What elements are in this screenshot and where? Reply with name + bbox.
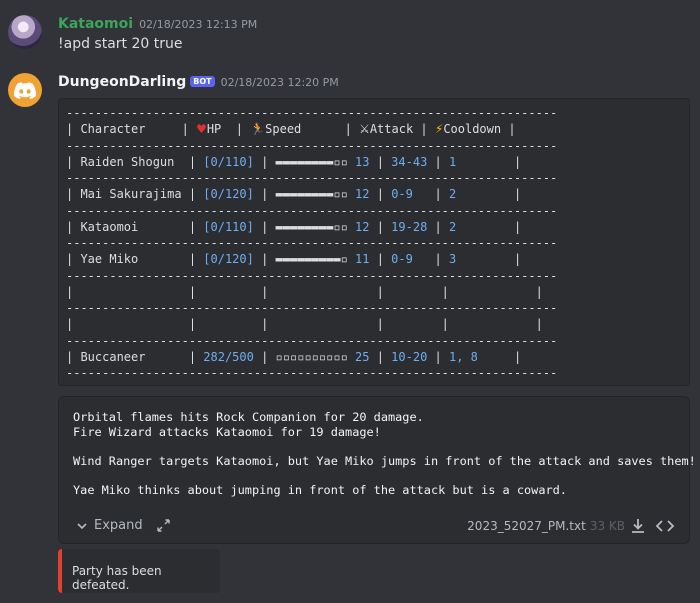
message-header: DungeonDarling BOT 02/18/2023 12:20 PM (58, 74, 339, 90)
expand-label: Expand (94, 518, 143, 533)
timestamp: 02/18/2023 12:13 PM (139, 18, 258, 31)
party-status-table: ----------------------------------------… (58, 98, 690, 386)
discord-logo-icon (14, 81, 36, 99)
download-icon[interactable] (629, 517, 647, 539)
attachment-filename[interactable]: 2023_52027_PM.txt 33 KB (467, 519, 625, 533)
attachment-filesize: 33 KB (589, 519, 625, 533)
username[interactable]: DungeonDarling (58, 74, 186, 90)
bot-badge: BOT (190, 76, 215, 87)
chevron-down-icon (77, 522, 87, 529)
table-text: ----------------------------------------… (66, 106, 558, 380)
expand-button[interactable]: Expand (76, 518, 170, 533)
runner-icon: 🏃 (250, 122, 266, 137)
crossed-swords-icon: ⚔ (359, 122, 370, 137)
message-header: Kataomoi 02/18/2023 12:13 PM (58, 16, 257, 32)
expand-arrows-icon[interactable] (156, 519, 170, 532)
bot-avatar[interactable] (8, 73, 42, 107)
username[interactable]: Kataomoi (58, 16, 133, 32)
message-content: !apd start 20 true (58, 36, 183, 52)
heart-icon: ♥ (196, 122, 207, 137)
embed-color-bar (58, 549, 62, 593)
status-embed: Party has been defeated. (58, 549, 220, 593)
code-icon[interactable] (655, 517, 675, 539)
embed-text: Party has been defeated. (72, 564, 162, 592)
attachment-preview: Orbital flames hits Rock Companion for 2… (73, 410, 696, 497)
text-file-attachment: Orbital flames hits Rock Companion for 2… (58, 396, 696, 544)
attachment-footer: Expand 2023_52027_PM.txt 33 KB (59, 511, 689, 543)
user-avatar[interactable] (8, 15, 42, 49)
timestamp: 02/18/2023 12:20 PM (220, 76, 339, 89)
